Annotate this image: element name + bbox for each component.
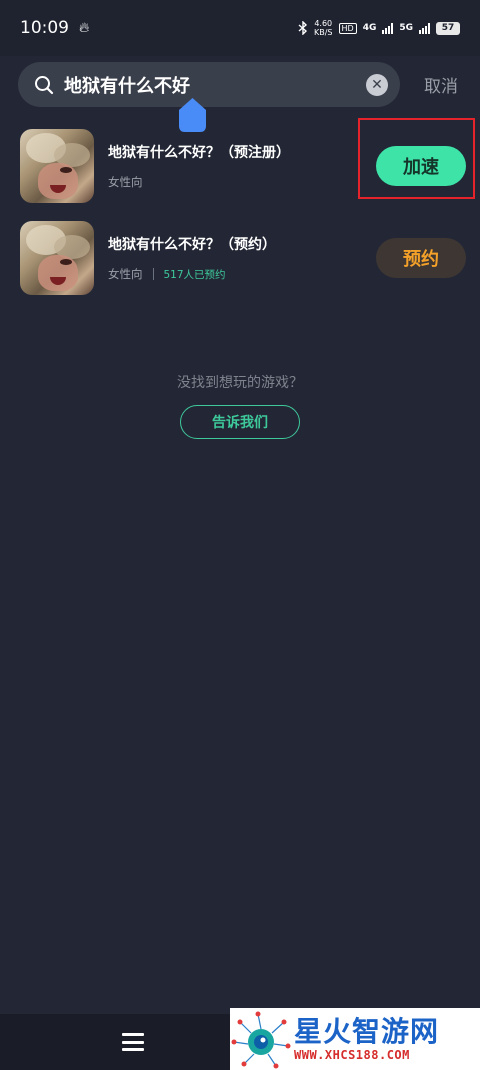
flame-icon: 🔥︎ xyxy=(79,20,90,36)
reserve-button[interactable]: 预约 xyxy=(376,238,466,278)
watermark-url: WWW.XHCS188.COM xyxy=(294,1048,410,1062)
network-5g-label: 5G xyxy=(399,23,413,33)
status-bar: 10:09 🔥︎ 4.60 KB/S HD 4G 5G 57 xyxy=(0,0,480,56)
game-tag: 女性向 xyxy=(108,267,143,281)
search-icon xyxy=(34,75,54,95)
network-speed-value: 4.60 xyxy=(314,19,333,28)
status-indicators: 4.60 KB/S HD 4G 5G 57 xyxy=(298,19,460,37)
network-speed-unit: KB/S xyxy=(313,28,333,37)
reserve-count: 517人已预约 xyxy=(163,268,226,281)
game-thumbnail xyxy=(20,129,94,203)
game-thumbnail xyxy=(20,221,94,295)
watermark-text: 星火智游网 WWW.XHCS188.COM xyxy=(294,1015,440,1063)
game-meta: 女性向 xyxy=(108,174,290,190)
watermark-title: 星火智游网 xyxy=(294,1015,440,1048)
search-input[interactable] xyxy=(64,74,366,95)
game-title: 地狱有什么不好？（预注册） xyxy=(108,145,290,161)
hd-badge: HD xyxy=(338,22,357,34)
tell-us-button[interactable]: 告诉我们 xyxy=(180,405,300,439)
meta-divider xyxy=(152,268,154,280)
not-found-prompt: 没找到想玩的游戏？ xyxy=(177,375,303,391)
battery-icon: 57 xyxy=(436,21,460,35)
search-row: ✕ 取消 xyxy=(18,62,468,107)
watermark-logo-icon xyxy=(230,1008,292,1070)
search-box[interactable]: ✕ xyxy=(18,62,400,107)
bluetooth-icon xyxy=(298,21,308,35)
signal-icon-1 xyxy=(382,22,394,34)
game-info: 地狱有什么不好？（预注册） 女性向 xyxy=(108,142,290,190)
highlight-box xyxy=(358,118,475,199)
clear-icon[interactable]: ✕ xyxy=(366,73,388,96)
game-title: 地狱有什么不好？（预约） xyxy=(108,237,276,253)
network-speed: 4.60 KB/S xyxy=(314,19,333,37)
network-4g-label: 4G xyxy=(362,23,377,33)
signal-icon-2 xyxy=(419,22,430,34)
cancel-button[interactable]: 取消 xyxy=(424,72,468,97)
game-info: 地狱有什么不好？（预约） 女性向 517人已预约 xyxy=(108,234,276,282)
status-time: 10:09 xyxy=(20,18,69,38)
text-cursor-handle[interactable] xyxy=(179,98,206,132)
game-meta: 女性向 517人已预约 xyxy=(108,266,276,282)
menu-icon[interactable] xyxy=(122,1033,144,1051)
game-tag: 女性向 xyxy=(108,175,143,189)
watermark: 星火智游网 WWW.XHCS188.COM xyxy=(230,1008,480,1070)
